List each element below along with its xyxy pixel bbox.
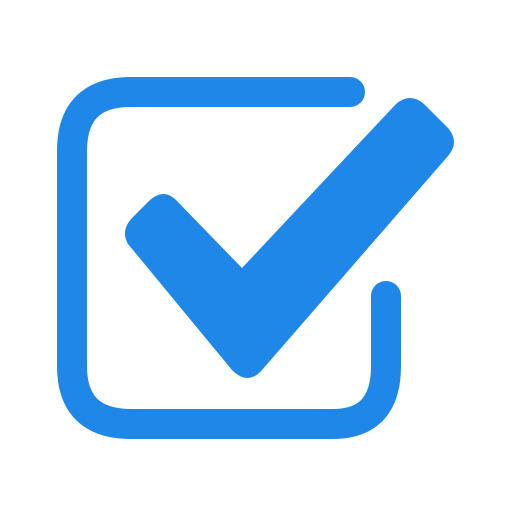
checkbox-checked-icon <box>0 0 512 512</box>
checkbox-graphic <box>57 77 454 439</box>
check-mark <box>124 98 454 378</box>
